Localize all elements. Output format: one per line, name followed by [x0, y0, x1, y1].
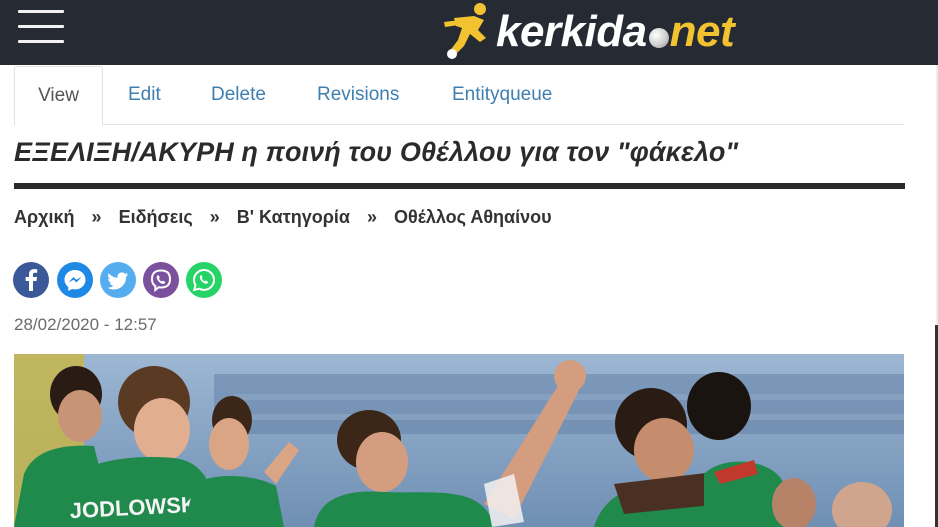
tab-entityqueue[interactable]: Entityqueue [452, 66, 552, 125]
viber-icon [150, 269, 172, 293]
football-icon [648, 28, 669, 48]
menu-line [18, 40, 64, 43]
tab-edit[interactable]: Edit [128, 66, 161, 125]
facebook-icon [25, 269, 38, 291]
breadcrumb-news[interactable]: Ειδήσεις [119, 207, 193, 227]
menu-line [18, 25, 64, 28]
article-title: ΕΞΕΛΙΞΗ/ΑΚΥΡΗ η ποινή του Οθέλλου για το… [14, 137, 739, 167]
twitter-share-button[interactable] [100, 262, 136, 298]
whatsapp-share-button[interactable] [186, 262, 222, 298]
hamburger-menu-icon[interactable] [18, 10, 64, 44]
breadcrumb: Αρχική » Ειδήσεις » Β' Κατηγορία » Οθέλλ… [14, 207, 552, 228]
messenger-icon [64, 270, 86, 291]
football-player-icon [444, 3, 486, 59]
breadcrumb-home[interactable]: Αρχική [14, 207, 75, 227]
breadcrumb-separator: » [366, 207, 377, 227]
breadcrumb-team[interactable]: Οθέλλος Αθηαίνου [394, 207, 552, 227]
twitter-icon [107, 272, 128, 290]
facebook-share-button[interactable] [13, 262, 49, 298]
article-date: 28/02/2020 - 12:57 [14, 315, 157, 334]
breadcrumb-separator: » [91, 207, 102, 227]
tab-view[interactable]: View [14, 66, 103, 126]
logo-text-net: net [669, 7, 735, 56]
menu-line [18, 10, 64, 13]
messenger-share-button[interactable] [57, 262, 93, 298]
site-logo[interactable]: kerkida net [440, 0, 780, 60]
logo-text-kerkida: kerkida [496, 7, 647, 56]
whatsapp-icon [192, 268, 216, 292]
breadcrumb-category[interactable]: Β' Κατηγορία [237, 207, 350, 227]
viber-share-button[interactable] [143, 262, 179, 298]
admin-tabs: View Edit Delete Revisions Entityqueue [14, 66, 904, 126]
article-photo[interactable]: JODLOWSKI [14, 354, 904, 527]
tab-delete[interactable]: Delete [211, 66, 266, 125]
breadcrumb-separator: » [209, 207, 220, 227]
team-celebration-image: JODLOWSKI [14, 354, 904, 527]
tab-revisions[interactable]: Revisions [317, 66, 399, 125]
site-header: kerkida net [0, 0, 938, 65]
logo-wordmark: kerkida net [496, 6, 735, 58]
title-divider [14, 183, 905, 189]
